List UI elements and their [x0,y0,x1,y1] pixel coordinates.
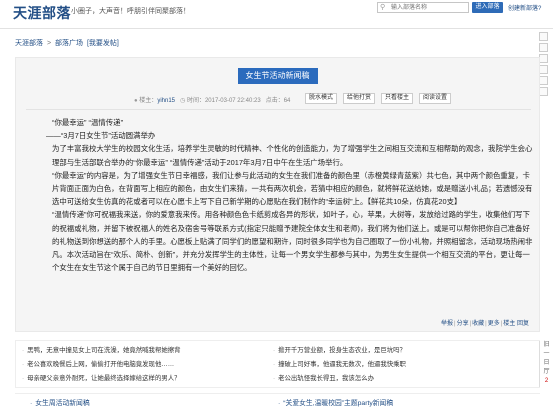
views-count: 64 [283,98,291,104]
tip-author-button[interactable]: 给他打赏 [343,93,376,104]
mail-icon[interactable] [539,43,548,52]
post-meta: ● 楼主：yihn15 ◷ 时间：2017-03-07 22:40:23 点击：… [134,95,290,104]
next-post-link[interactable]: · “关爱女生,温暖校园”主题party新闻稿 [278,397,393,407]
breadcrumb-home[interactable]: 天涯部落 [15,40,43,47]
side-tab[interactable]: 一 [540,350,553,359]
author-label: 楼主： [139,98,158,104]
bullet-icon: · [22,375,25,382]
breadcrumb-separator: > [46,40,52,47]
floor-label: 楼主 [503,321,516,327]
prev-post-text[interactable]: 女生周活动新闻稿 [35,400,89,407]
new-post-link[interactable]: [我要发帖] [87,40,119,47]
share-link[interactable]: 分享 [457,321,469,327]
action-sep: | [469,321,472,327]
related-link-text[interactable]: 老公喜欢晚餐后上网，偷偷打开他电脑竟发现他…… [27,361,174,368]
post-paragraph: “温情传递”你可祝福我来送，你的爱意我来传。用各种颜色色卡纸剪成各异的形状，如叶… [52,210,533,273]
qq-icon[interactable] [539,65,548,74]
related-link[interactable]: · 黑鸭，无意中撞见女上司在洗澡，她竟然喊我帮她擦背 [22,345,181,354]
post-paragraph: “你最幸运” “温情传递” [52,118,124,127]
site-header: 天涯部落 小圈子，大声音！呼朋引伴同聚部落！ ⚲ 进入部落 创建新部落? [0,0,553,28]
bottom-divider [15,393,540,394]
related-link-text[interactable]: 撞破上司好事，他逼我无数次，他逼我快乘职 [278,361,406,368]
doc-icon: · [278,400,281,407]
doc-icon: · [30,400,33,407]
clock-icon: ◷ [180,98,186,104]
side-tab[interactable]: 旧 [540,341,553,350]
post-time: 2017-03-07 22:40:23 [204,98,261,104]
bullet-icon: · [273,361,276,368]
post-actions: 举报|分享|收藏|更多|楼主 回复 [441,318,529,327]
views-label: 点击： [265,98,284,104]
related-link[interactable]: · 掀开千万营业额，投身生态农业，是巨坑吗？ [273,345,406,354]
side-tab[interactable]: 厅 [540,368,553,377]
time-label: 时间： [186,98,205,104]
side-tab[interactable]: 日 [540,359,553,368]
author-icon: ● [134,98,138,104]
header-divider [0,28,553,29]
search-box[interactable]: ⚲ [377,2,469,13]
right-toolbar [539,32,549,122]
more-icon[interactable] [539,76,548,85]
related-link[interactable]: · 母亲硬父亲意外耐死，让她最终选择嫁给这样的男人？ [22,373,181,382]
favorite-link[interactable]: 收藏 [472,321,484,327]
share-icon[interactable] [539,32,548,41]
post-paragraph: 为了丰富我校大学生的校园文化生活，培养学生灵敏的时代精神、个性化的创造能力，为了… [52,144,533,167]
related-side-tabs: 旧 一 日 厅 2 [539,341,553,387]
top-icon[interactable] [539,87,548,96]
post-paragraph: ——“3月7日女生节”活动圆满举办 [46,131,156,141]
breadcrumb: 天涯部落 > 部落广场 [我要发帖] [15,38,121,48]
related-link-text[interactable]: 母亲硬父亲意外耐死，让她最终选择嫁给这样的男人？ [27,375,180,382]
related-links: · 黑鸭，无意中撞见女上司在洗澡，她竟然喊我帮她擦背 · 老公喜欢晚餐后上网，偷偷打… [15,340,540,388]
action-sep: | [454,321,456,327]
post-title-wrap: 女生节活动新闻稿 [16,68,539,84]
dehydrate-mode-button[interactable]: 脱水模式 [305,93,338,104]
related-link-text[interactable]: 掀开千万营业额，投身生态农业，是巨坑吗？ [278,347,406,354]
prev-post-link[interactable]: · 女生周活动新闻稿 [30,397,90,407]
bullet-icon: · [22,361,25,368]
search-input[interactable] [391,3,467,12]
post-paragraph: “你最幸运”的内容是，为了增强女生节日幸福感，我们让参与此活动的女生在我们准备的… [52,170,533,207]
enter-tribe-button[interactable]: 进入部落 [472,2,503,13]
reply-link[interactable]: 回复 [517,321,529,327]
search-icon: ⚲ [380,4,386,11]
related-link-text[interactable]: 老公出轨怪我长得丑，我该怎么办 [278,375,374,382]
bullet-icon: · [273,375,276,382]
reading-settings-button[interactable]: 阅读设置 [419,93,452,104]
related-link-text[interactable]: 黑鸭，无意中撞见女上司在洗澡，她竟然喊我帮她擦背 [27,347,180,354]
post-divider [26,109,531,110]
post-container: 女生节活动新闻稿 ● 楼主：yihn15 ◷ 时间：2017-03-07 22:… [15,57,540,332]
author-only-button[interactable]: 只看楼主 [381,93,414,104]
post-body: “你最幸运” “温情传递” ——“3月7日女生节”活动圆满举办 为了丰富我校大学… [28,116,533,274]
author-name[interactable]: yihn15 [157,98,175,104]
site-slogan: 小圈子，大声音！呼朋引伴同聚部落！ [71,8,190,15]
action-sep: | [485,321,487,327]
bullet-icon: · [273,347,276,354]
bullet-icon: · [22,347,25,354]
related-link[interactable]: · 老公出轨怪我长得丑，我该怎么办 [273,373,374,382]
site-logo[interactable]: 天涯部落 [13,3,71,23]
related-link[interactable]: · 撞破上司好事，他逼我无数次，他逼我快乘职 [273,359,406,368]
create-tribe-link[interactable]: 创建新部落? [508,3,541,12]
side-tab[interactable]: 2 [540,377,553,386]
next-post-text[interactable]: “关爱女生,温暖校园”主题party新闻稿 [283,400,393,407]
related-link[interactable]: · 老公喜欢晚餐后上网，偷偷打开他电脑竟发现他…… [22,359,174,368]
post-title: 女生节活动新闻稿 [237,68,318,84]
breadcrumb-square[interactable]: 部落广场 [55,40,83,47]
weibo-icon[interactable] [539,54,548,63]
report-link[interactable]: 举报 [441,321,453,327]
more-link[interactable]: 更多 [488,321,500,327]
